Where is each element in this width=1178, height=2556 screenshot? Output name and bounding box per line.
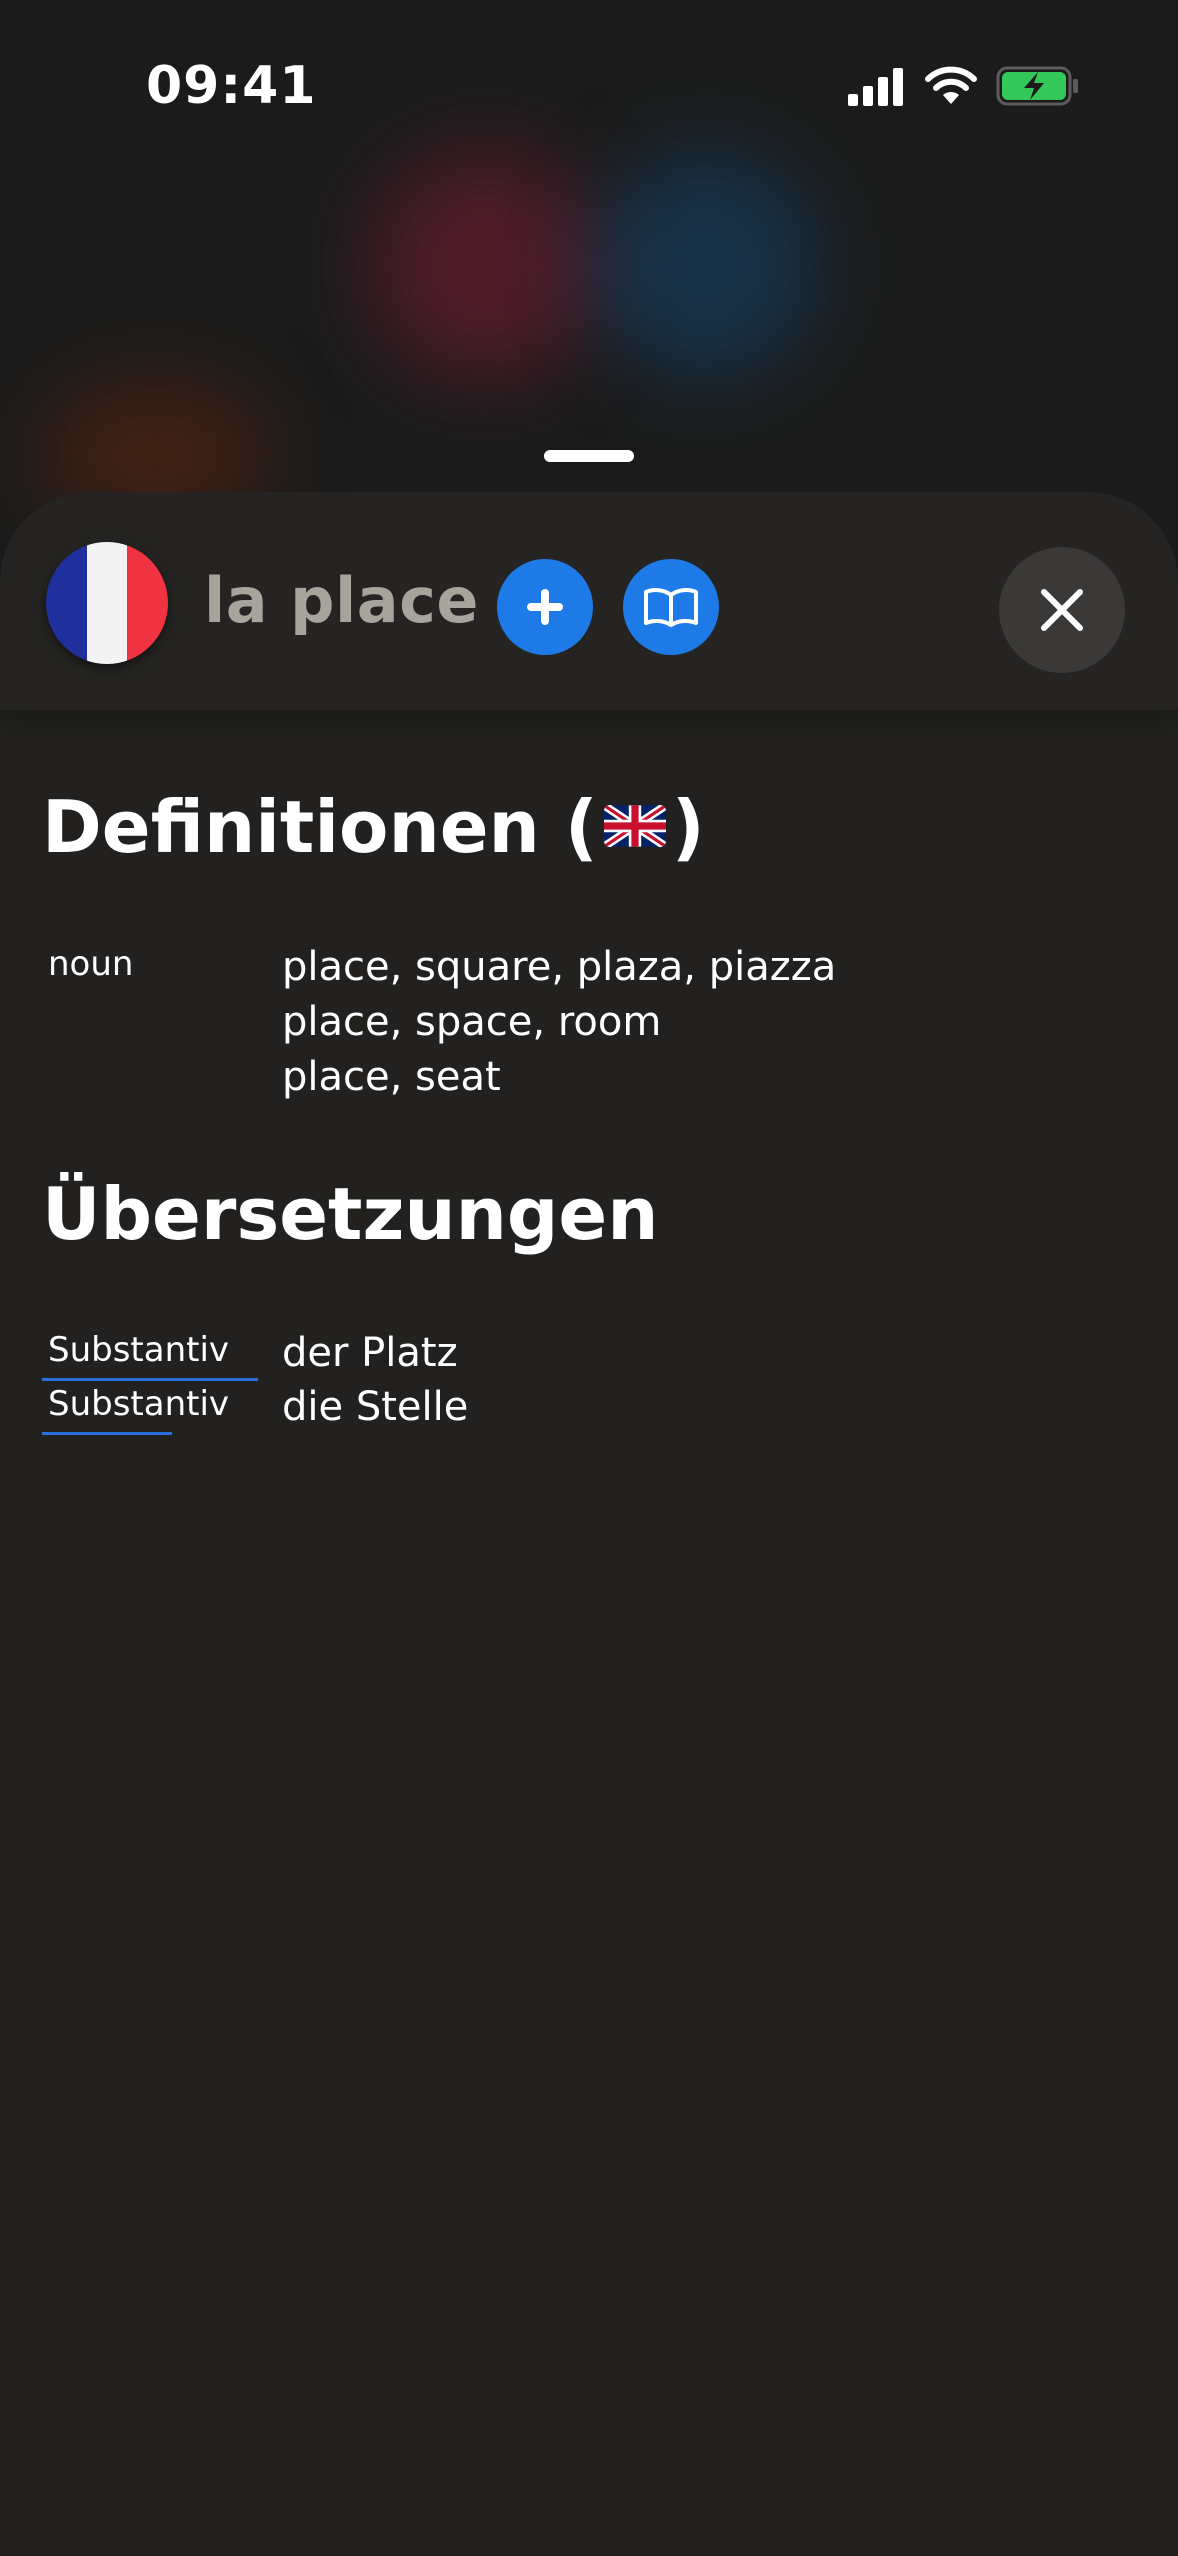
france-flag-icon <box>46 542 168 664</box>
part-of-speech-underline <box>42 1432 172 1435</box>
definitions-title-text: Definitionen <box>42 785 540 869</box>
sheet-header: la place <box>0 492 1178 710</box>
sheet-grabber[interactable] <box>544 450 634 462</box>
wifi-icon <box>925 66 977 104</box>
screen: 09:41 la place Definitionen () noun pla… <box>0 0 1178 2556</box>
cellular-signal-icon <box>848 68 903 106</box>
definition-part-of-speech: noun <box>48 944 134 984</box>
book-icon <box>644 588 698 627</box>
definition-list: place, square, plaza, piazza place, spac… <box>282 940 836 1105</box>
close-paren: ) <box>671 785 705 869</box>
translation-word: die Stelle <box>282 1384 469 1430</box>
status-time: 09:41 <box>146 56 317 116</box>
definition-item: place, square, plaza, piazza <box>282 944 837 990</box>
close-button[interactable] <box>999 547 1125 673</box>
definitions-title: Definitionen ( ) <box>42 785 705 869</box>
battery-charging-icon <box>996 66 1078 106</box>
translation-row[interactable]: Substantiv der Platz <box>0 1330 1178 1384</box>
status-bar: 09:41 <box>0 0 1178 176</box>
translation-part-of-speech: Substantiv <box>48 1384 230 1424</box>
dictionary-button[interactable] <box>623 559 719 655</box>
open-paren: ( <box>564 785 598 869</box>
translations-title: Übersetzungen <box>42 1172 659 1256</box>
background-blur-blue <box>590 150 820 380</box>
uk-flag-icon <box>603 805 666 848</box>
part-of-speech-underline <box>42 1378 258 1381</box>
translation-word: der Platz <box>282 1330 458 1376</box>
word-title: la place <box>204 564 479 637</box>
definition-item: place, space, room <box>282 999 662 1045</box>
plus-icon <box>527 589 563 625</box>
translation-part-of-speech: Substantiv <box>48 1330 230 1370</box>
add-word-button[interactable] <box>497 559 593 655</box>
background-blur-red <box>370 150 600 380</box>
definition-item: place, seat <box>282 1054 501 1100</box>
translation-row[interactable]: Substantiv die Stelle <box>0 1384 1178 1438</box>
close-icon <box>1041 589 1083 631</box>
